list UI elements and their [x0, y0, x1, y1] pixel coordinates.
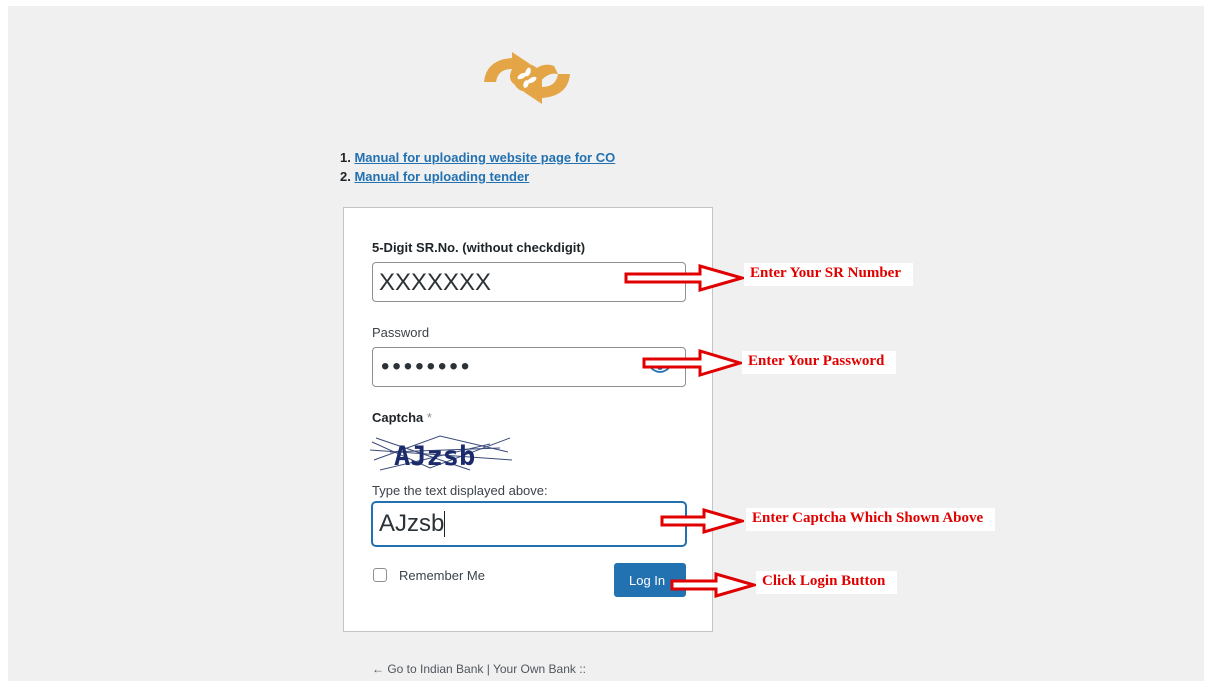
password-input[interactable]: •••••••• — [372, 347, 686, 387]
manual-link-website-page[interactable]: Manual for uploading website page for CO — [354, 150, 615, 165]
captcha-label-text: Captcha — [372, 410, 424, 425]
text-caret — [444, 511, 446, 537]
captcha-image-text: AJzsb — [394, 441, 475, 472]
annotation-login: Click Login Button — [756, 571, 898, 594]
annotation-sr-number: Enter Your SR Number — [744, 263, 913, 286]
remember-me-label[interactable]: Remember Me — [399, 568, 485, 583]
manual-item-number: 2. — [340, 169, 351, 184]
captcha-label: Captcha * — [372, 410, 432, 425]
captcha-image: AJzsb — [370, 430, 512, 474]
captcha-input-value: AJzsb — [379, 510, 445, 537]
captcha-prompt-label: Type the text displayed above: — [372, 483, 548, 498]
manual-link-tender[interactable]: Manual for uploading tender — [354, 169, 529, 184]
captcha-input[interactable]: AJzsb — [372, 502, 686, 546]
manual-item-number: 1. — [340, 150, 351, 165]
annotation-password: Enter Your Password — [742, 351, 897, 374]
required-mark: * — [426, 410, 432, 425]
bank-logo-icon — [484, 52, 570, 104]
password-masked-value: •••••••• — [381, 353, 473, 380]
remember-me-checkbox[interactable] — [373, 568, 387, 582]
annotation-captcha: Enter Captcha Which Shown Above — [746, 508, 996, 531]
manuals-list: 1. Manual for uploading website page for… — [340, 148, 740, 186]
manual-item: 2. Manual for uploading tender — [340, 167, 740, 186]
manual-item: 1. Manual for uploading website page for… — [340, 148, 740, 167]
arrow-right-icon — [660, 508, 744, 534]
password-label: Password — [372, 325, 430, 340]
arrow-right-icon — [670, 572, 756, 598]
arrow-right-icon — [642, 349, 742, 377]
arrow-right-icon — [624, 264, 744, 292]
back-to-site-link[interactable]: ← Go to Indian Bank | Your Own Bank :: — [372, 662, 586, 676]
sr-number-label: 5-Digit SR.No. (without checkdigit) — [372, 240, 586, 255]
